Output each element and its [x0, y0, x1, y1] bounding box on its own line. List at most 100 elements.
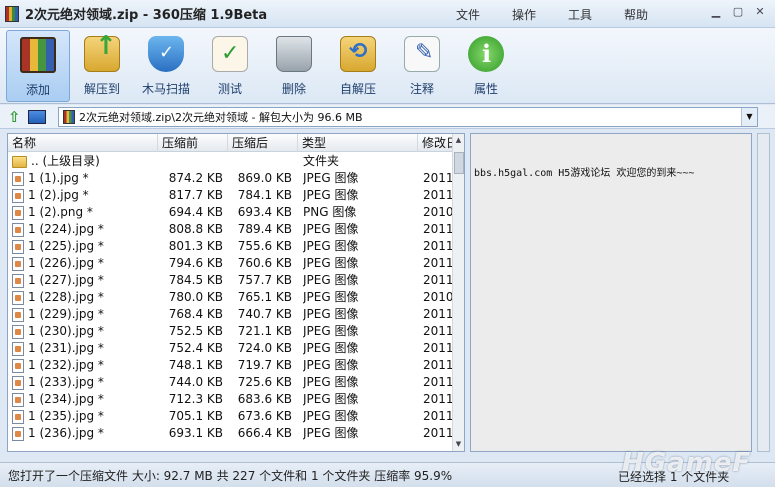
column-name[interactable]: 名称 [8, 134, 158, 152]
desktop-icon[interactable] [28, 109, 46, 124]
scroll-thumb[interactable] [454, 152, 464, 174]
comment-panel: bbs.h5gal.com H5游戏论坛 欢迎您的到来~~~ [470, 133, 752, 452]
table-row[interactable]: 1 (233).jpg * 744.0 KB 725.6 KB JPEG 图像 2011 [8, 374, 454, 391]
table-row[interactable]: 1 (230).jpg * 752.5 KB 721.1 KB JPEG 图像 2011 [8, 323, 454, 340]
properties-button[interactable]: 属性 [454, 30, 518, 102]
menu-help[interactable]: 帮助 [620, 4, 652, 25]
file-name-text: 1 (1).jpg * [28, 171, 89, 185]
toolbar: 添加 解压到 木马扫描 测试 删除 自解压 注释 属性 [0, 28, 775, 104]
extract-folder-icon [84, 31, 120, 72]
packed-size: 869.0 KB [237, 171, 292, 185]
image-file-icon [12, 171, 24, 186]
modified-date: 2011 [423, 188, 453, 202]
file-name-text: 1 (231).jpg * [28, 341, 104, 355]
table-row[interactable]: 1 (225).jpg * 801.3 KB 755.6 KB JPEG 图像 2011 [8, 238, 454, 255]
column-original-size[interactable]: 压缩前 [158, 134, 228, 152]
table-row[interactable]: 1 (229).jpg * 768.4 KB 740.7 KB JPEG 图像 2011 [8, 306, 454, 323]
table-row[interactable]: 1 (2).png * 694.4 KB 693.4 KB PNG 图像 2010 [8, 204, 454, 221]
packed-size: 725.6 KB [237, 375, 292, 389]
file-type: JPEG 图像 [303, 239, 359, 253]
trojan-scan-button[interactable]: 木马扫描 [134, 30, 198, 102]
file-name-text: 1 (234).jpg * [28, 392, 104, 406]
column-modified[interactable]: 修改日 [418, 134, 454, 152]
packed-size: 693.4 KB [237, 205, 292, 219]
chevron-down-icon[interactable]: ▼ [741, 108, 757, 126]
maximize-icon[interactable]: ▢ [729, 6, 747, 20]
column-packed-size[interactable]: 压缩后 [228, 134, 298, 152]
add-archive-icon [20, 37, 56, 73]
comment-label: 注释 [409, 82, 434, 96]
table-row[interactable]: 1 (1).jpg * 874.2 KB 869.0 KB JPEG 图像 2011 [8, 170, 454, 187]
table-row[interactable]: 1 (236).jpg * 693.1 KB 666.4 KB JPEG 图像 2011 [8, 425, 454, 442]
test-label: 测试 [217, 82, 242, 96]
self-extract-button[interactable]: 自解压 [326, 30, 390, 102]
table-row[interactable]: 1 (226).jpg * 794.6 KB 760.6 KB JPEG 图像 2011 [8, 255, 454, 272]
menu-file[interactable]: 文件 [452, 4, 484, 25]
image-file-icon [12, 341, 24, 356]
comment-scrollbar[interactable] [757, 133, 770, 452]
scroll-up-icon[interactable]: ▲ [453, 134, 464, 146]
modified-date: 2011 [423, 375, 453, 389]
window-controls: ▁ ▢ ✕ [707, 6, 769, 20]
minimize-icon[interactable]: ▁ [707, 6, 725, 20]
file-name: .. (上级目录) [12, 153, 162, 170]
close-icon[interactable]: ✕ [751, 6, 769, 20]
table-row[interactable]: 1 (231).jpg * 752.4 KB 724.0 KB JPEG 图像 2011 [8, 340, 454, 357]
comment-button[interactable]: 注释 [390, 30, 454, 102]
file-name: 1 (234).jpg * [12, 391, 162, 408]
table-row[interactable]: 1 (224).jpg * 808.8 KB 789.4 KB JPEG 图像 2011 [8, 221, 454, 238]
path-text: 2次元绝对领域.zip\2次元绝对领域 - 解包大小为 96.6 MB [79, 111, 363, 124]
table-row[interactable]: .. (上级目录) 文件夹 [8, 153, 454, 170]
scroll-down-icon[interactable]: ▼ [453, 438, 464, 450]
list-scrollbar[interactable]: ▲ ▼ [452, 134, 464, 451]
modified-date: 2011 [423, 239, 453, 253]
self-extract-icon [340, 36, 376, 72]
file-name: 1 (1).jpg * [12, 170, 162, 187]
packed-size: 755.6 KB [237, 239, 292, 253]
original-size: 752.4 KB [168, 341, 223, 355]
menu-operation[interactable]: 操作 [508, 4, 540, 25]
file-type: JPEG 图像 [303, 341, 359, 355]
path-field[interactable]: 2次元绝对领域.zip\2次元绝对领域 - 解包大小为 96.6 MB ▼ [58, 107, 758, 127]
modified-date: 2011 [423, 324, 453, 338]
extract-to-button[interactable]: 解压到 [70, 30, 134, 102]
image-file-icon [12, 375, 24, 390]
properties-label: 属性 [473, 82, 498, 96]
original-size: 808.8 KB [168, 222, 223, 236]
table-row[interactable]: 1 (232).jpg * 748.1 KB 719.7 KB JPEG 图像 2011 [8, 357, 454, 374]
trojan-scan-label: 木马扫描 [141, 82, 190, 96]
modified-date: 2011 [423, 307, 453, 321]
modified-date: 2011 [423, 426, 453, 440]
table-row[interactable]: 1 (234).jpg * 712.3 KB 683.6 KB JPEG 图像 2011 [8, 391, 454, 408]
file-name-text: 1 (232).jpg * [28, 358, 104, 372]
test-button[interactable]: 测试 [198, 30, 262, 102]
file-type: JPEG 图像 [303, 409, 359, 423]
table-row[interactable]: 1 (228).jpg * 780.0 KB 765.1 KB JPEG 图像 2010 [8, 289, 454, 306]
original-size: 794.6 KB [168, 256, 223, 270]
packed-size: 666.4 KB [237, 426, 292, 440]
original-size: 693.1 KB [168, 426, 223, 440]
image-file-icon [12, 222, 24, 237]
column-type[interactable]: 类型 [298, 134, 418, 152]
file-name: 1 (224).jpg * [12, 221, 162, 238]
shield-scan-icon [148, 36, 184, 72]
original-size: 780.0 KB [168, 290, 223, 304]
modified-date: 2011 [423, 171, 453, 185]
trash-can-icon [276, 36, 312, 72]
file-name-text: 1 (236).jpg * [28, 426, 104, 440]
file-name: 1 (2).jpg * [12, 187, 162, 204]
modified-date: 2010 [423, 205, 453, 219]
file-name-text: 1 (230).jpg * [28, 324, 104, 338]
add-button[interactable]: 添加 [6, 30, 70, 102]
delete-button[interactable]: 删除 [262, 30, 326, 102]
file-name: 1 (236).jpg * [12, 425, 162, 442]
table-row[interactable]: 1 (227).jpg * 784.5 KB 757.7 KB JPEG 图像 2011 [8, 272, 454, 289]
original-size: 744.0 KB [168, 375, 223, 389]
table-row[interactable]: 1 (235).jpg * 705.1 KB 673.6 KB JPEG 图像 2011 [8, 408, 454, 425]
up-arrow-icon[interactable]: ⇧ [8, 109, 24, 125]
table-row[interactable]: 1 (2).jpg * 817.7 KB 784.1 KB JPEG 图像 2011 [8, 187, 454, 204]
modified-date: 2011 [423, 358, 453, 372]
file-type: JPEG 图像 [303, 392, 359, 406]
packed-size: 673.6 KB [237, 409, 292, 423]
menu-tools[interactable]: 工具 [564, 4, 596, 25]
